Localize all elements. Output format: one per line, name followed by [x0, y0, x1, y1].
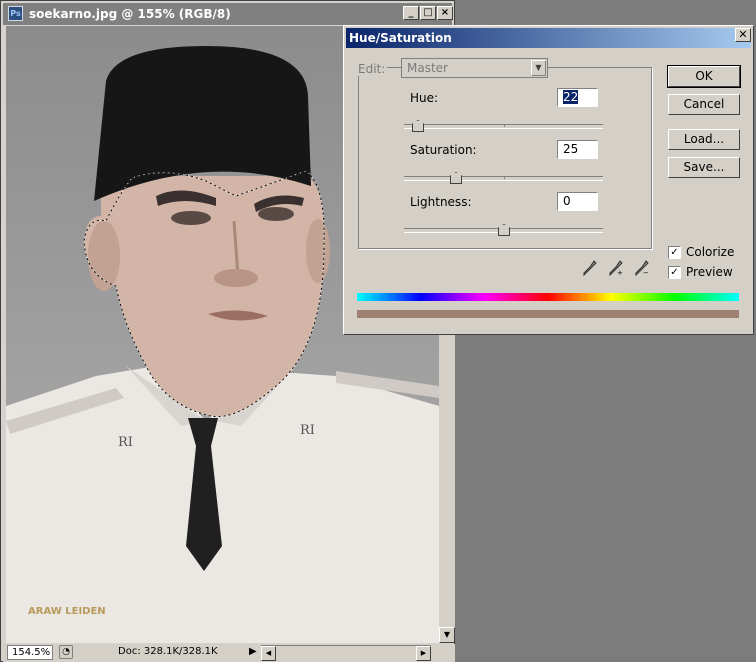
colorize-label: Colorize: [686, 245, 735, 259]
document-title-bar[interactable]: Ps soekarno.jpg @ 155% (RGB/8) _ □ ×: [3, 3, 453, 25]
preview-checkbox[interactable]: ✓: [668, 266, 681, 279]
load-button[interactable]: Load...: [668, 129, 740, 150]
hue-slider-center-tick: [504, 124, 505, 127]
dialog-title: Hue/Saturation: [349, 31, 452, 45]
document-size-info: Doc: 328.1K/328.1K: [118, 646, 218, 657]
zoom-level-field[interactable]: 154.5%: [7, 645, 53, 660]
edit-label: Edit:: [356, 62, 388, 76]
close-button[interactable]: ×: [437, 6, 453, 20]
horizontal-scrollbar[interactable]: ◀ ▶: [261, 645, 431, 661]
saturation-label: Saturation:: [410, 143, 477, 157]
colorize-checkbox[interactable]: ✓: [668, 246, 681, 259]
document-title: soekarno.jpg @ 155% (RGB/8): [29, 7, 231, 21]
eyedropper-subtract-icon[interactable]: −: [635, 260, 649, 276]
scroll-right-icon[interactable]: ▶: [416, 646, 431, 661]
collar-insignia-left: RI: [118, 435, 133, 450]
watermark-text: ARAW LEIDEN: [28, 606, 106, 617]
preview-label: Preview: [686, 265, 733, 279]
photoshop-icon: Ps: [8, 6, 23, 21]
svg-text:+: +: [617, 269, 623, 276]
hue-input[interactable]: 22: [557, 88, 598, 107]
collar-insignia-right: RI: [300, 423, 315, 438]
chevron-down-icon[interactable]: ▼: [531, 60, 546, 76]
scroll-left-icon[interactable]: ◀: [261, 646, 276, 661]
scroll-down-icon[interactable]: ▼: [439, 627, 455, 643]
eyedropper-icon[interactable]: [583, 260, 597, 276]
ok-button[interactable]: OK: [667, 65, 741, 88]
svg-text:−: −: [643, 269, 649, 276]
lightness-label: Lightness:: [410, 195, 472, 209]
hue-spectrum-bar: [357, 293, 739, 301]
status-bar: 154.5% ◔ Doc: 328.1K/328.1K ▶ ◀ ▶: [3, 644, 455, 662]
minimize-button[interactable]: _: [403, 6, 419, 20]
save-button[interactable]: Save...: [668, 157, 740, 178]
status-menu-icon[interactable]: ◔: [59, 645, 73, 659]
adjustment-group: [358, 67, 652, 249]
hue-result-bar: [357, 310, 739, 318]
maximize-button[interactable]: □: [420, 6, 436, 20]
lightness-input[interactable]: 0: [557, 192, 598, 211]
saturation-input[interactable]: 25: [557, 140, 598, 159]
hue-label: Hue:: [410, 91, 439, 105]
cancel-button[interactable]: Cancel: [668, 94, 740, 115]
edit-channel-select[interactable]: Master ▼: [401, 58, 548, 78]
dialog-title-bar[interactable]: Hue/Saturation: [346, 28, 751, 48]
status-arrow-icon[interactable]: ▶: [249, 646, 257, 657]
saturation-slider-center-tick: [504, 176, 505, 179]
eyedropper-add-icon[interactable]: +: [609, 260, 623, 276]
edit-channel-value: Master: [407, 61, 448, 75]
dialog-close-icon[interactable]: ✕: [735, 28, 751, 42]
